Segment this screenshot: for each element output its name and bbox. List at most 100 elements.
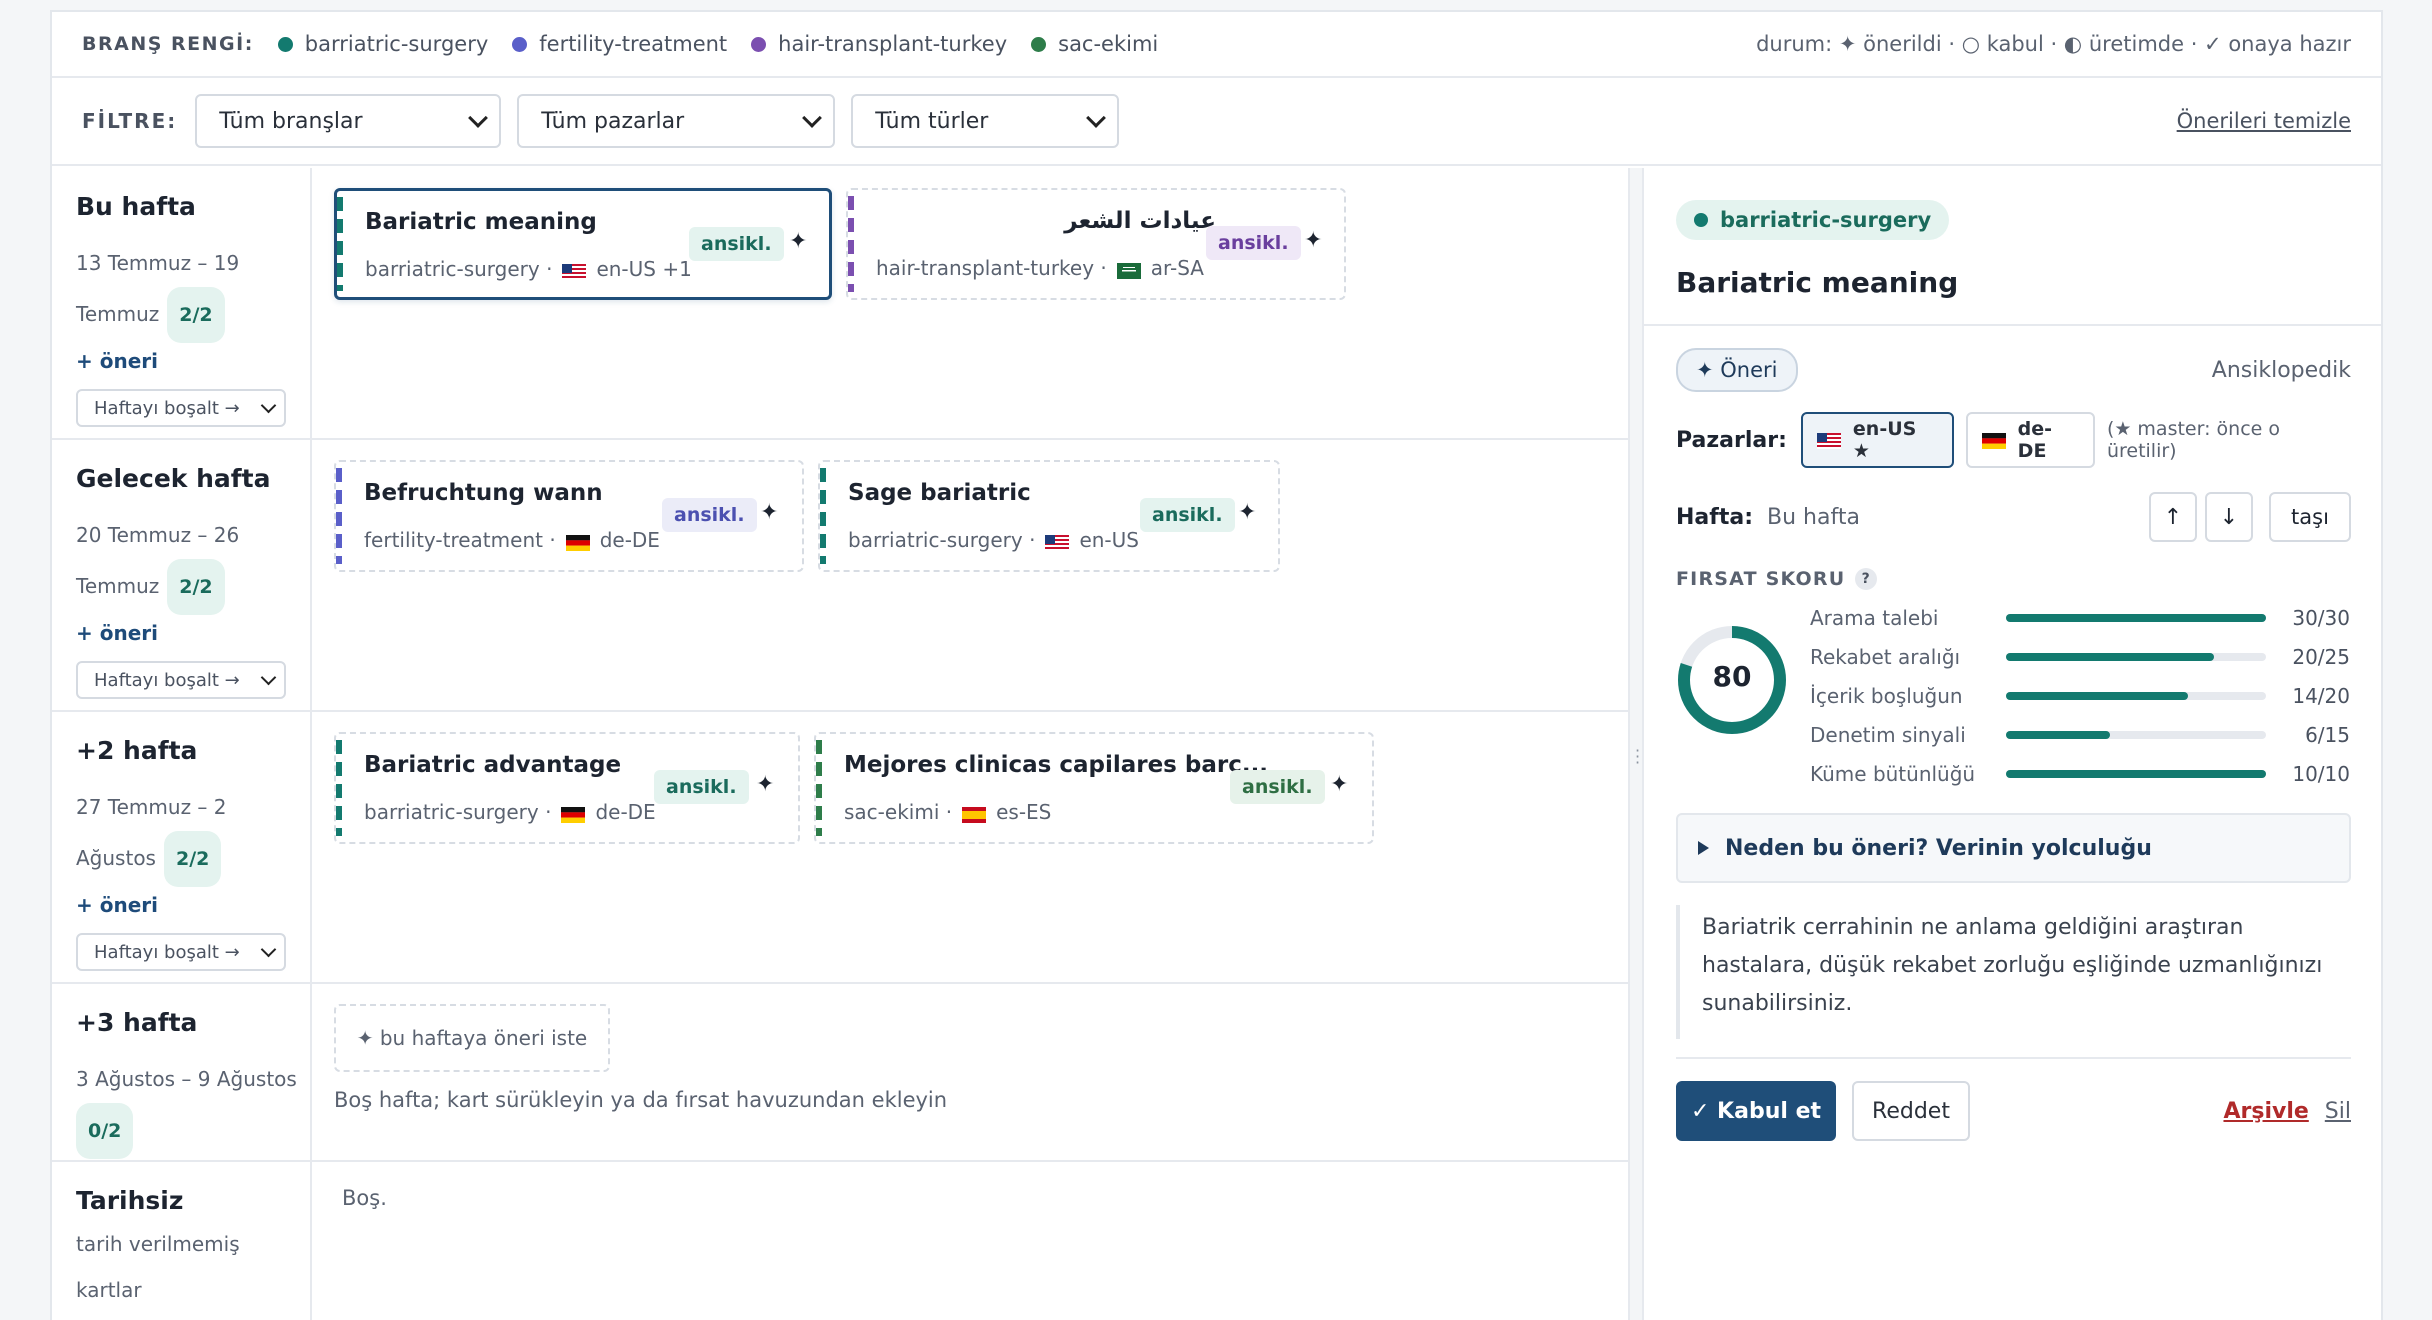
- metric-bar-fill: [2006, 652, 2214, 661]
- metric-bar-fill: [2006, 613, 2266, 622]
- chevron-down-icon: [260, 941, 277, 957]
- card-type-tag: ansikl.: [689, 227, 784, 261]
- branch-filter-select[interactable]: Tüm branşlar: [195, 94, 502, 148]
- card-market: de-DE: [595, 800, 656, 824]
- sparkle-icon: ✦: [760, 500, 779, 525]
- week-row-next-week: Gelecek hafta 20 Temmuz – 26 Temmuz 2/2 +…: [52, 440, 1630, 712]
- week-dates-line2: Ağustos: [76, 846, 156, 870]
- card-branch: fertility-treatment: [364, 528, 543, 552]
- empty-week-label: Haftayı boşalt →: [94, 669, 240, 691]
- week-count-badge: 2/2: [163, 831, 222, 887]
- card-branch: barriatric-surgery: [365, 257, 540, 281]
- legend-item-hair-transplant-turkey: hair-transplant-turkey: [751, 32, 1007, 56]
- undated-empty-note: Boş.: [342, 1186, 387, 1210]
- metric-value: 10/10: [2292, 761, 2350, 786]
- week-cards: Bariatric advantage barriatric-surgery ·…: [334, 732, 1388, 844]
- metric-name: Küme bütünlüğü: [1810, 761, 1976, 786]
- metric-row: Rekabet aralığı 20/25: [1810, 637, 2350, 676]
- actions-row: ✓ Kabul et Reddet Arşivle Sil: [1676, 1081, 2351, 1141]
- week-dates: 3 Ağustos – 9 Ağustos 0/2: [76, 1055, 310, 1159]
- de-flag-icon: [561, 804, 586, 823]
- card-market: es-ES: [996, 800, 1052, 824]
- planner-app: BRANŞ RENGİ: barriatric-surgery fertilit…: [50, 10, 2383, 1320]
- week-title: +3 hafta: [76, 1008, 198, 1037]
- caret-right-icon: [1698, 841, 1709, 855]
- market-filter-select[interactable]: Tüm pazarlar: [517, 94, 836, 148]
- content-card[interactable]: Sage bariatric barriatric-surgery · en-U…: [818, 460, 1280, 572]
- delete-link[interactable]: Sil: [2325, 1099, 2351, 1124]
- content-card[interactable]: Bariatric advantage barriatric-surgery ·…: [334, 732, 800, 844]
- branch-dot-icon: [1031, 36, 1047, 52]
- help-icon[interactable]: ?: [1855, 568, 1878, 590]
- move-up-button[interactable]: ↑: [2149, 492, 2197, 542]
- sparkle-icon: ✦: [756, 772, 775, 797]
- accept-button[interactable]: ✓ Kabul et: [1676, 1081, 1836, 1141]
- branch-pill-label: barriatric-surgery: [1720, 208, 1932, 232]
- market-filter-value: Tüm pazarlar: [541, 108, 685, 134]
- week-dates-line1: 20 Temmuz – 26: [76, 523, 240, 547]
- market-chip-en-us[interactable]: en-US ★: [1800, 412, 1954, 468]
- week-count-badge: 2/2: [167, 559, 225, 615]
- markets-row: Pazarlar: en-US ★ de-DE (★ master: önce …: [1676, 412, 2351, 468]
- archive-link[interactable]: Arşivle: [2223, 1099, 2308, 1124]
- status-chip: ✦ Öneri: [1676, 348, 1798, 392]
- metric-value: 30/30: [2292, 605, 2350, 630]
- clear-suggestions-link[interactable]: Önerileri temizle: [2177, 109, 2351, 133]
- add-suggestion-link[interactable]: + öneri: [76, 349, 310, 373]
- metric-name: Rekabet aralığı: [1810, 644, 1961, 669]
- move-button[interactable]: taşı: [2269, 492, 2351, 542]
- empty-week-note: Boş hafta; kart sürükleyin ya da fırsat …: [334, 1088, 948, 1112]
- empty-week-select[interactable]: Haftayı boşalt →: [76, 661, 286, 699]
- move-down-button[interactable]: ↓: [2205, 492, 2253, 542]
- week-header: Bu hafta 13 Temmuz – 19 Temmuz 2/2 + öner…: [52, 168, 312, 438]
- metric-bar: [2006, 730, 2266, 739]
- week-label: Hafta:: [1676, 504, 1753, 530]
- content-card[interactable]: Bariatric meaning barriatric-surgery · e…: [334, 188, 832, 300]
- card-branch: sac-ekimi: [844, 800, 940, 824]
- week-header: Tarihsiz tarih verilmemiş kartlar: [52, 1162, 312, 1320]
- market-chip-de-de[interactable]: de-DE: [1965, 412, 2095, 468]
- type-filter-select[interactable]: Tüm türler: [851, 94, 1120, 148]
- content-card[interactable]: Mejores clinicas capilares barc... sac-e…: [814, 732, 1374, 844]
- branch-dot-icon: [277, 36, 293, 52]
- us-flag-icon: [1816, 432, 1841, 449]
- legend-item-fertility-treatment: fertility-treatment: [512, 32, 727, 56]
- empty-week-select[interactable]: Haftayı boşalt →: [76, 389, 286, 427]
- card-market: en-US +1: [596, 257, 692, 281]
- data-journey-toggle[interactable]: Neden bu öneri? Verinin yolculuğu: [1676, 813, 2351, 883]
- metric-bar-fill: [2006, 730, 2110, 739]
- metric-name: İçerik boşluğun: [1810, 683, 1963, 708]
- week-row-plus-2: +2 hafta 27 Temmuz – 2 Ağustos 2/2 + öner…: [52, 712, 1630, 984]
- week-cards: Befruchtung wann fertility-treatment · d…: [334, 460, 1294, 572]
- week-title: Gelecek hafta: [76, 464, 271, 493]
- chevron-down-icon: [802, 108, 823, 128]
- metric-value: 6/15: [2305, 722, 2350, 747]
- sa-flag-icon: [1116, 260, 1141, 279]
- branch-stripe: [816, 740, 822, 836]
- metric-name: Arama talebi: [1810, 605, 1939, 630]
- metric-bar: [2006, 769, 2266, 778]
- content-card[interactable]: عيادات الشعر hair-transplant-turkey · ar…: [846, 188, 1346, 300]
- branch-dot-icon: [751, 36, 767, 52]
- add-suggestion-link[interactable]: + öneri: [76, 621, 310, 645]
- metric-name: Denetim sinyali: [1810, 722, 1966, 747]
- us-flag-icon: [1045, 532, 1070, 551]
- week-header: +2 hafta 27 Temmuz – 2 Ağustos 2/2 + öner…: [52, 712, 312, 982]
- es-flag-icon: [962, 804, 987, 823]
- empty-week-select[interactable]: Haftayı boşalt →: [76, 933, 286, 971]
- card-market: ar-SA: [1150, 256, 1204, 280]
- add-suggestion-link[interactable]: + öneri: [76, 893, 310, 917]
- branch-stripe: [336, 740, 342, 836]
- legend-item-label: hair-transplant-turkey: [778, 32, 1008, 56]
- week-row-undated: Tarihsiz tarih verilmemiş kartlar Boş.: [52, 1162, 1630, 1320]
- week-value: Bu hafta: [1767, 504, 1860, 530]
- week-dates-line2: Temmuz: [76, 302, 160, 326]
- branch-pill: barriatric-surgery: [1676, 200, 1950, 240]
- market-chip-label: de-DE: [2017, 418, 2053, 462]
- market-chip-label: en-US ★: [1852, 418, 1917, 462]
- reject-button[interactable]: Reddet: [1852, 1081, 1970, 1141]
- branch-legend: BRANŞ RENGİ: barriatric-surgery fertilit…: [52, 12, 2381, 78]
- request-suggestion-button[interactable]: ✦ bu haftaya öneri iste: [334, 1004, 610, 1072]
- week-title: +2 hafta: [76, 736, 198, 765]
- content-card[interactable]: Befruchtung wann fertility-treatment · d…: [334, 460, 804, 572]
